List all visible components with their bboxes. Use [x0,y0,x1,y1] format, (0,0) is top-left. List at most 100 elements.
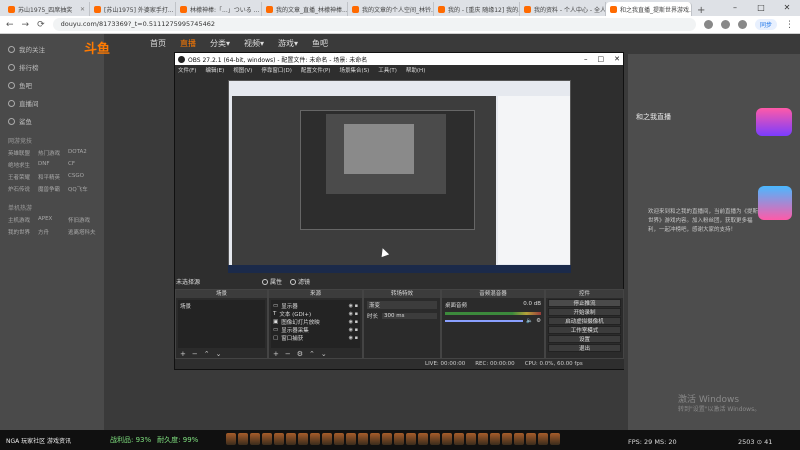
skill-icon[interactable] [298,433,308,445]
category-link[interactable]: 魔兽争霸 [38,185,66,193]
filters-button[interactable]: 滤镜 [290,277,310,286]
skill-icon[interactable] [262,433,272,445]
nav-game[interactable]: 游戏▾ [278,38,298,49]
nav-home[interactable]: 首页 [150,38,166,49]
speaker-icon[interactable]: 🔈 [526,318,533,324]
category-link[interactable]: QQ飞车 [68,185,96,193]
forward-icon[interactable]: → [22,20,30,30]
category-link[interactable]: 热门游戏 [38,149,66,157]
nav-category[interactable]: 分类▾ [210,38,230,49]
skill-icon[interactable] [490,433,500,445]
category-link[interactable]: 英雄联盟 [8,149,36,157]
category-link[interactable]: 王者荣耀 [8,173,36,181]
skill-icon[interactable] [382,433,392,445]
nav-live[interactable]: 直播 [180,38,196,49]
category-link[interactable]: APEX [38,216,66,224]
menu-docks[interactable]: 停靠窗口(D) [261,66,292,74]
category-link[interactable]: 主机游戏 [8,216,36,224]
stop-streaming-button[interactable]: 停止推流 [548,299,621,307]
add-icon[interactable]: + [180,350,186,358]
down-icon[interactable]: ⌄ [216,350,222,358]
eye-icon[interactable]: ◉ ▪ [349,335,358,341]
browser-tab-active[interactable]: 和之我直播_提斯世界游戏...✕ [606,2,692,16]
category-link[interactable]: DNF [38,161,66,169]
category-link[interactable]: 我的世界 [8,228,36,236]
studio-mode-button[interactable]: 工作室模式 [548,326,621,334]
nav-yuba[interactable]: 鱼吧 [312,38,328,49]
category-link[interactable]: 和平精英 [38,173,66,181]
menu-icon[interactable]: ⋮ [785,20,794,30]
sidebar-item-rank[interactable]: 排行榜 [4,58,100,76]
close-window-button[interactable]: ✕ [774,0,800,16]
skill-icon[interactable] [286,433,296,445]
extension-icon[interactable] [703,20,713,29]
category-link[interactable]: 怀旧游戏 [68,216,96,224]
gear-icon[interactable]: ⚙ [536,318,541,324]
skill-icon[interactable] [466,433,476,445]
menu-help[interactable]: 帮助(H) [406,66,425,74]
transition-select[interactable]: 渐变 [367,301,437,309]
eye-icon[interactable]: ◉ ▪ [349,311,358,317]
skill-icon[interactable] [538,433,548,445]
maximize-button[interactable]: □ [598,55,605,63]
skill-icon[interactable] [514,433,524,445]
down-icon[interactable]: ⌄ [321,350,327,358]
up-icon[interactable]: ⌃ [309,350,315,358]
sidebar-item-shark[interactable]: 鲨鱼 [4,112,100,130]
start-recording-button[interactable]: 开始录制 [548,308,621,316]
browser-tab[interactable]: [苏山1975] 外婆家手打...✕ [90,2,176,16]
list-item[interactable]: ▭ 显示器 ◉ ▪ [273,302,358,310]
volume-slider[interactable] [445,320,524,322]
skill-icon[interactable] [526,433,536,445]
menu-profile[interactable]: 配置文件(P) [301,66,331,74]
eye-icon[interactable]: ◉ ▪ [349,319,358,325]
up-icon[interactable]: ⌃ [204,350,210,358]
skill-icon[interactable] [238,433,248,445]
promo-badge[interactable] [756,108,792,136]
properties-button[interactable]: 属性 [262,277,282,286]
reload-icon[interactable]: ⟳ [37,20,45,30]
browser-tab[interactable]: 我的文章的个人空间_林钤...✕ [348,2,434,16]
sync-button[interactable]: 同步 [754,19,777,30]
sidebar-item-bar[interactable]: 鱼吧 [4,76,100,94]
browser-tab[interactable]: 林檬神棒:「...」ついる ...✕ [176,2,262,16]
skill-icon[interactable] [550,433,560,445]
virtual-camera-button[interactable]: 启动虚拟摄像机 [548,317,621,325]
menu-view[interactable]: 视图(V) [233,66,252,74]
gear-icon[interactable]: ⚙ [297,350,303,358]
menu-edit[interactable]: 编辑(E) [205,66,224,74]
skill-icon[interactable] [394,433,404,445]
extension-icon[interactable] [720,20,730,29]
menu-file[interactable]: 文件(F) [178,66,196,74]
skill-icon[interactable] [370,433,380,445]
skill-icon[interactable] [454,433,464,445]
close-tab-icon[interactable]: ✕ [80,6,85,13]
list-item[interactable]: 场景 [180,302,263,310]
menu-tools[interactable]: 工具(T) [378,66,397,74]
category-link[interactable]: CSGO [68,173,96,181]
skill-icon[interactable] [406,433,416,445]
settings-button[interactable]: 设置 [548,335,621,343]
remove-icon[interactable]: − [192,350,198,358]
news-ticker[interactable]: NGA 玩家社区 游戏资讯 [0,436,110,445]
minimize-button[interactable]: – [584,55,588,63]
menu-scene-collection[interactable]: 场景集合(S) [339,66,369,74]
back-icon[interactable]: ← [6,20,14,30]
category-link[interactable]: 方舟 [38,228,66,236]
list-item[interactable]: T 文本 (GDI+) ◉ ▪ [273,310,358,318]
exit-button[interactable]: 退出 [548,344,621,352]
skill-icon[interactable] [478,433,488,445]
skill-icon[interactable] [310,433,320,445]
category-link[interactable]: 炉石传说 [8,185,36,193]
browser-tab[interactable]: 苏山1975_四席抽奖 ✕ [4,2,90,16]
nav-video[interactable]: 视频▾ [244,38,264,49]
skill-icon[interactable] [418,433,428,445]
skill-icon[interactable] [430,433,440,445]
remove-icon[interactable]: − [285,350,291,358]
maximize-button[interactable]: □ [748,0,774,16]
eye-icon[interactable]: ◉ ▪ [349,327,358,333]
category-link[interactable]: 逃离塔科夫 [68,228,96,236]
skill-icon[interactable] [346,433,356,445]
browser-tab[interactable]: 我的 - [重庆 随缘12] 我的...✕ [434,2,520,16]
skill-icon[interactable] [334,433,344,445]
